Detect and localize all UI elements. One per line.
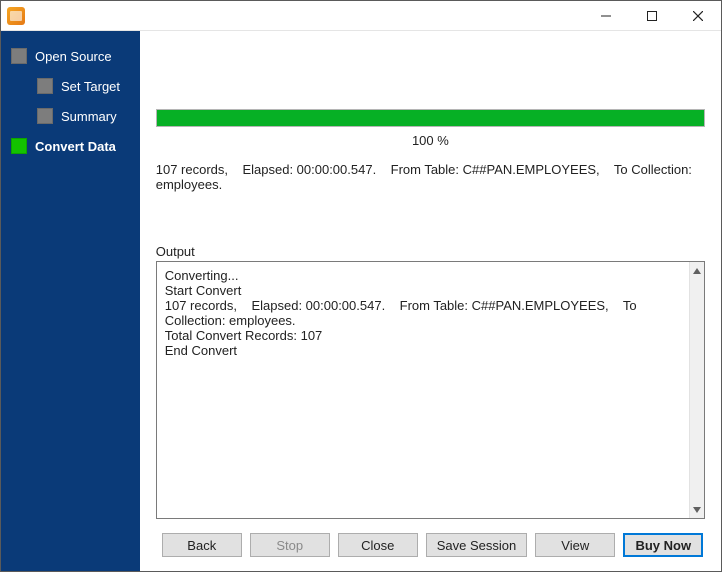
sidebar-item-summary[interactable]: Summary [1,101,140,131]
progress-text: 100 % [156,133,705,148]
step-box-icon [11,48,27,64]
progress-section: 100 % [156,109,705,148]
scroll-up-icon[interactable] [690,262,704,279]
window-controls [583,1,721,30]
progress-bar [156,109,705,127]
sidebar-item-label: Set Target [61,79,120,94]
output-label: Output [156,244,705,259]
sidebar-item-open-source[interactable]: Open Source [1,41,140,71]
back-button[interactable]: Back [162,533,242,557]
minimize-icon [601,11,611,21]
sidebar: Open Source Set Target Summary Convert D… [1,31,140,571]
content: 100 % 107 records, Elapsed: 00:00:00.547… [140,31,721,571]
buy-now-button[interactable]: Buy Now [623,533,703,557]
save-session-button[interactable]: Save Session [426,533,528,557]
output-box: Converting... Start Convert 107 records,… [156,261,705,519]
output-scrollbar[interactable] [689,262,704,518]
app-icon [7,7,25,25]
step-box-icon [37,108,53,124]
sidebar-item-label: Summary [61,109,117,124]
titlebar [1,1,721,31]
minimize-button[interactable] [583,1,629,30]
close-icon [693,11,703,21]
app-window: Open Source Set Target Summary Convert D… [0,0,722,572]
maximize-button[interactable] [629,1,675,30]
close-window-button[interactable] [675,1,721,30]
progress-fill [157,110,704,126]
step-box-icon [11,138,27,154]
step-box-icon [37,78,53,94]
sidebar-item-label: Convert Data [35,139,116,154]
sidebar-item-set-target[interactable]: Set Target [1,71,140,101]
stop-button: Stop [250,533,330,557]
body: Open Source Set Target Summary Convert D… [1,31,721,571]
close-button[interactable]: Close [338,533,418,557]
scroll-down-icon[interactable] [690,501,704,518]
view-button[interactable]: View [535,533,615,557]
status-line: 107 records, Elapsed: 00:00:00.547. From… [156,162,705,192]
sidebar-item-convert-data[interactable]: Convert Data [1,131,140,161]
button-row: Back Stop Close Save Session View Buy No… [156,519,705,557]
maximize-icon [647,11,657,21]
titlebar-left [1,7,25,25]
content-inner: 100 % 107 records, Elapsed: 00:00:00.547… [156,31,705,519]
output-text[interactable]: Converting... Start Convert 107 records,… [157,262,690,518]
sidebar-item-label: Open Source [35,49,112,64]
